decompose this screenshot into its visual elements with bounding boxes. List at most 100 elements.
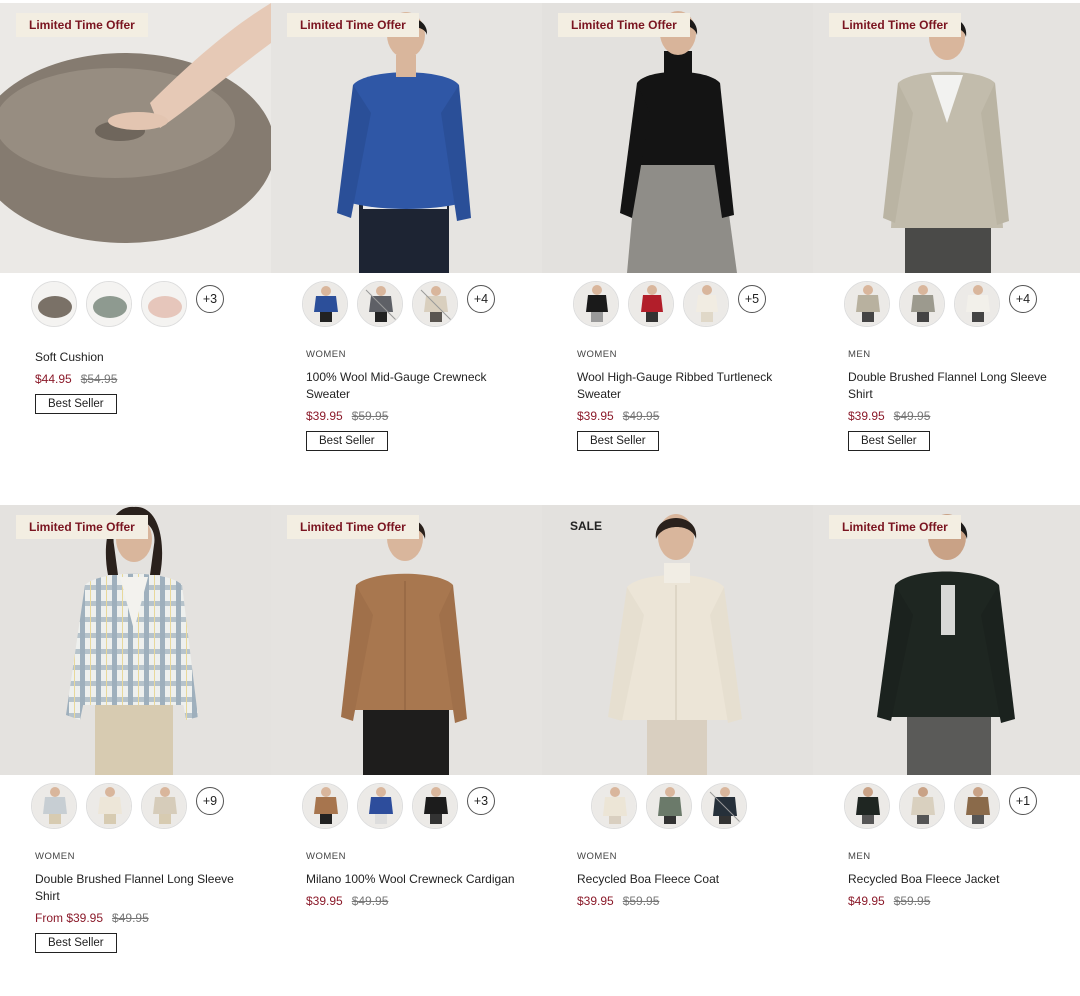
product-info: Soft Cushion $44.95 $54.95 Best Seller [35, 349, 260, 414]
color-swatch[interactable] [357, 783, 403, 829]
more-colors-button[interactable]: +4 [467, 285, 495, 313]
boa-fleece-jacket-image [813, 505, 1080, 775]
product-info: WOMEN Double Brushed Flannel Long Sleeve… [35, 851, 260, 953]
product-price: $49.95 $59.95 [848, 894, 1073, 908]
product-name[interactable]: Wool High-Gauge Ribbed Turtleneck Sweate… [577, 369, 802, 403]
sale-price: From $39.95 [35, 911, 104, 925]
original-price: $59.95 [893, 894, 931, 908]
color-swatches: +3 [271, 783, 542, 835]
product-info: MEN Recycled Boa Fleece Jacket $49.95 $59… [848, 851, 1073, 908]
best-seller-badge: Best Seller [306, 431, 388, 451]
wool-crewneck-sweater-image [271, 3, 542, 273]
best-seller-badge: Best Seller [35, 394, 117, 414]
color-swatch[interactable] [86, 281, 132, 327]
color-swatch[interactable] [844, 281, 890, 327]
milano-cardigan-image [271, 505, 542, 775]
product-info: MEN Double Brushed Flannel Long Sleeve S… [848, 349, 1073, 451]
product-info: WOMEN Milano 100% Wool Crewneck Cardigan… [306, 851, 531, 908]
more-colors-button[interactable]: +4 [1009, 285, 1037, 313]
product-name[interactable]: Soft Cushion [35, 349, 260, 366]
flannel-shirt-men-image [813, 3, 1080, 273]
best-seller-badge: Best Seller [35, 933, 117, 953]
color-swatch[interactable] [844, 783, 890, 829]
original-price: $54.95 [80, 372, 118, 386]
product-category: WOMEN [35, 851, 75, 862]
plaid-flannel-shirt-women-image [0, 505, 271, 775]
original-price: $59.95 [622, 894, 660, 908]
more-colors-button[interactable]: +3 [467, 787, 495, 815]
color-swatch[interactable] [899, 783, 945, 829]
color-swatches [542, 783, 813, 835]
color-swatch[interactable] [412, 783, 458, 829]
product-image[interactable]: Limited Time Offer [271, 3, 542, 273]
color-swatch[interactable] [302, 281, 348, 327]
best-seller-badge: Best Seller [577, 431, 659, 451]
product-price: $39.95 $49.95 [577, 409, 802, 423]
color-swatch[interactable] [357, 281, 403, 327]
color-swatch[interactable] [646, 783, 692, 829]
limited-offer-badge: Limited Time Offer [16, 13, 148, 37]
color-swatches: +1 [813, 783, 1080, 835]
color-swatch[interactable] [31, 281, 77, 327]
color-swatch[interactable] [302, 783, 348, 829]
product-info: WOMEN 100% Wool Mid-Gauge Crewneck Sweat… [306, 349, 531, 451]
product-name[interactable]: Recycled Boa Fleece Coat [577, 871, 802, 888]
more-colors-button[interactable]: +1 [1009, 787, 1037, 815]
color-swatch[interactable] [412, 281, 458, 327]
color-swatch[interactable] [683, 281, 729, 327]
more-colors-button[interactable]: +5 [738, 285, 766, 313]
product-image[interactable]: Limited Time Offer [813, 3, 1080, 273]
color-swatches: +4 [813, 281, 1080, 333]
product-category: WOMEN [306, 349, 346, 360]
product-image[interactable]: Limited Time Offer [0, 505, 271, 775]
product-image[interactable]: Limited Time Offer [813, 505, 1080, 775]
color-swatch[interactable] [141, 281, 187, 327]
color-swatch[interactable] [899, 281, 945, 327]
product-price: $39.95 $49.95 [848, 409, 1073, 423]
product-name[interactable]: Recycled Boa Fleece Jacket [848, 871, 1073, 888]
color-swatches: +3 [0, 281, 271, 333]
limited-offer-badge: Limited Time Offer [558, 13, 690, 37]
sale-price: $39.95 [577, 409, 614, 423]
more-colors-button[interactable]: +3 [196, 285, 224, 313]
color-swatch[interactable] [954, 783, 1000, 829]
color-swatches: +5 [542, 281, 813, 333]
product-category: MEN [848, 349, 871, 360]
color-swatch[interactable] [573, 281, 619, 327]
color-swatch[interactable] [31, 783, 77, 829]
product-image[interactable]: Limited Time Offer [271, 505, 542, 775]
sale-price: $44.95 [35, 372, 72, 386]
sale-badge: SALE [570, 519, 603, 533]
product-info: WOMEN Wool High-Gauge Ribbed Turtleneck … [577, 349, 802, 451]
limited-offer-badge: Limited Time Offer [829, 515, 961, 539]
color-swatches: +4 [271, 281, 542, 333]
product-name[interactable]: Double Brushed Flannel Long Sleeve Shirt [848, 369, 1073, 403]
color-swatch[interactable] [954, 281, 1000, 327]
sale-price: $39.95 [306, 409, 343, 423]
sale-price: $39.95 [848, 409, 885, 423]
product-image[interactable]: SALE [542, 505, 813, 775]
more-colors-button[interactable]: +9 [196, 787, 224, 815]
limited-offer-badge: Limited Time Offer [287, 515, 419, 539]
color-swatch[interactable] [141, 783, 187, 829]
product-category: WOMEN [577, 851, 617, 862]
color-swatch[interactable] [701, 783, 747, 829]
product-name[interactable]: 100% Wool Mid-Gauge Crewneck Sweater [306, 369, 531, 403]
original-price: $49.95 [112, 911, 149, 925]
product-name[interactable]: Double Brushed Flannel Long Sleeve Shirt [35, 871, 260, 905]
product-category: WOMEN [306, 851, 346, 862]
product-price: $44.95 $54.95 [35, 372, 260, 386]
color-swatch[interactable] [628, 281, 674, 327]
original-price: $49.95 [622, 409, 660, 423]
product-image[interactable]: Limited Time Offer [0, 3, 271, 273]
original-price: $49.95 [351, 894, 389, 908]
sale-price: $39.95 [306, 894, 343, 908]
turtleneck-sweater-image [542, 3, 813, 273]
color-swatch[interactable] [591, 783, 637, 829]
product-name[interactable]: Milano 100% Wool Crewneck Cardigan [306, 871, 531, 888]
color-swatch[interactable] [86, 783, 132, 829]
best-seller-badge: Best Seller [848, 431, 930, 451]
sale-price: $39.95 [577, 894, 614, 908]
product-image[interactable]: Limited Time Offer [542, 3, 813, 273]
product-price: $39.95 $49.95 [306, 894, 531, 908]
